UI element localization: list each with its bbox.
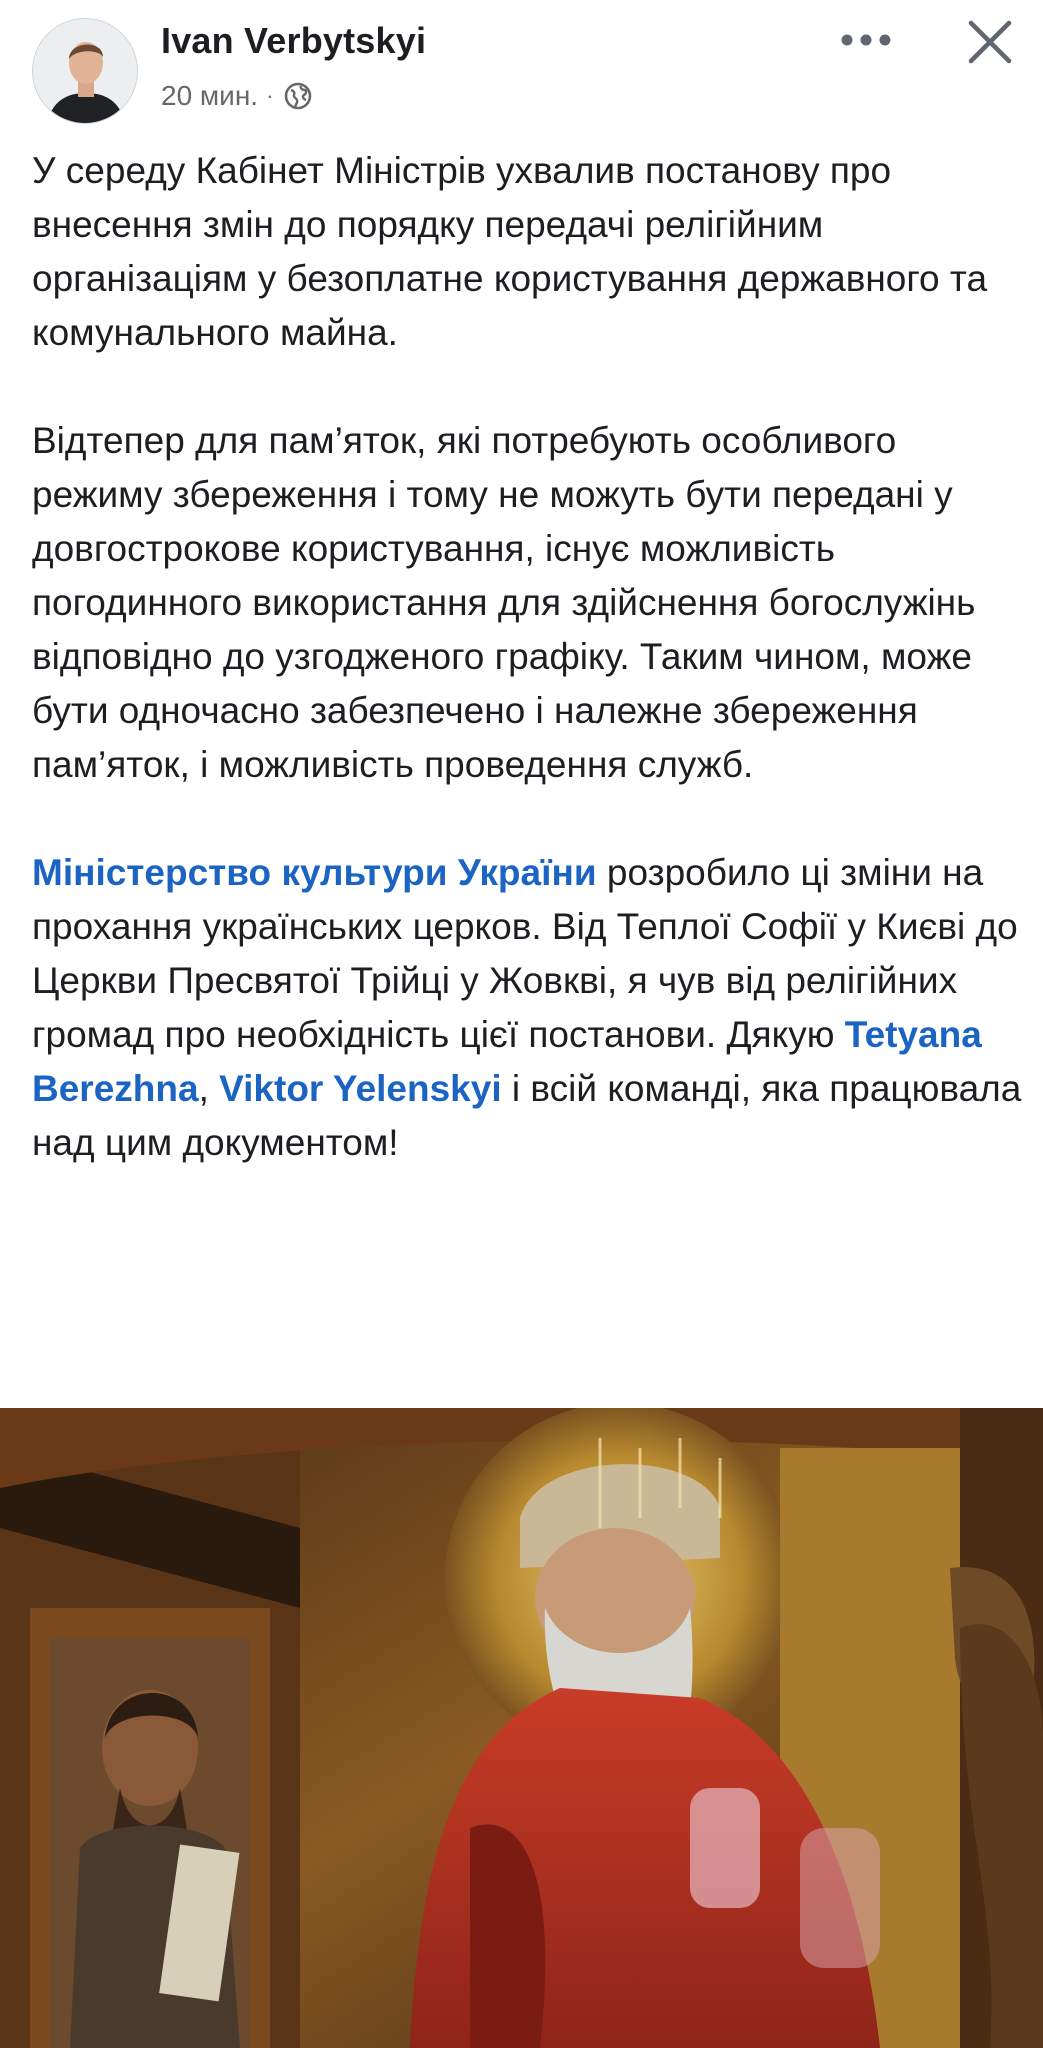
more-horizontal-icon (841, 34, 891, 46)
post-paragraph-1: У середу Кабінет Міністрів ухвалив поста… (32, 150, 988, 353)
paragraph-3-text-2: , (198, 1068, 220, 1109)
meta-separator: · (266, 83, 274, 108)
post-header: Ivan Verbytskyi 20 мин. · (0, 0, 1043, 130)
post-photo[interactable] (0, 1408, 1043, 2048)
mention-viktor-yelenskyi[interactable]: Viktor Yelenskyi (219, 1068, 502, 1109)
close-button[interactable] (960, 12, 1020, 72)
post-timestamp[interactable]: 20 мин. (161, 80, 258, 112)
globe-icon[interactable] (283, 81, 313, 111)
post-paragraph-2: Відтепер для пам’яток, які потребують ос… (32, 420, 976, 785)
avatar[interactable] (32, 18, 138, 124)
mention-ministry-of-culture[interactable]: Міністерство культури України (32, 852, 597, 893)
post-meta: 20 мин. · (161, 80, 313, 112)
post-page: Ivan Verbytskyi 20 мин. · У середу Кабін… (0, 0, 1043, 2048)
close-icon (968, 20, 1012, 64)
more-options-button[interactable] (836, 18, 896, 62)
author-name[interactable]: Ivan Verbytskyi (161, 20, 426, 62)
avatar-image (33, 19, 137, 123)
post-paragraph-3: Міністерство культури України розробило … (32, 846, 1022, 1170)
post-text: У середу Кабінет Міністрів ухвалив поста… (32, 144, 1022, 1170)
church-icon-interior-photo (0, 1408, 1043, 2048)
